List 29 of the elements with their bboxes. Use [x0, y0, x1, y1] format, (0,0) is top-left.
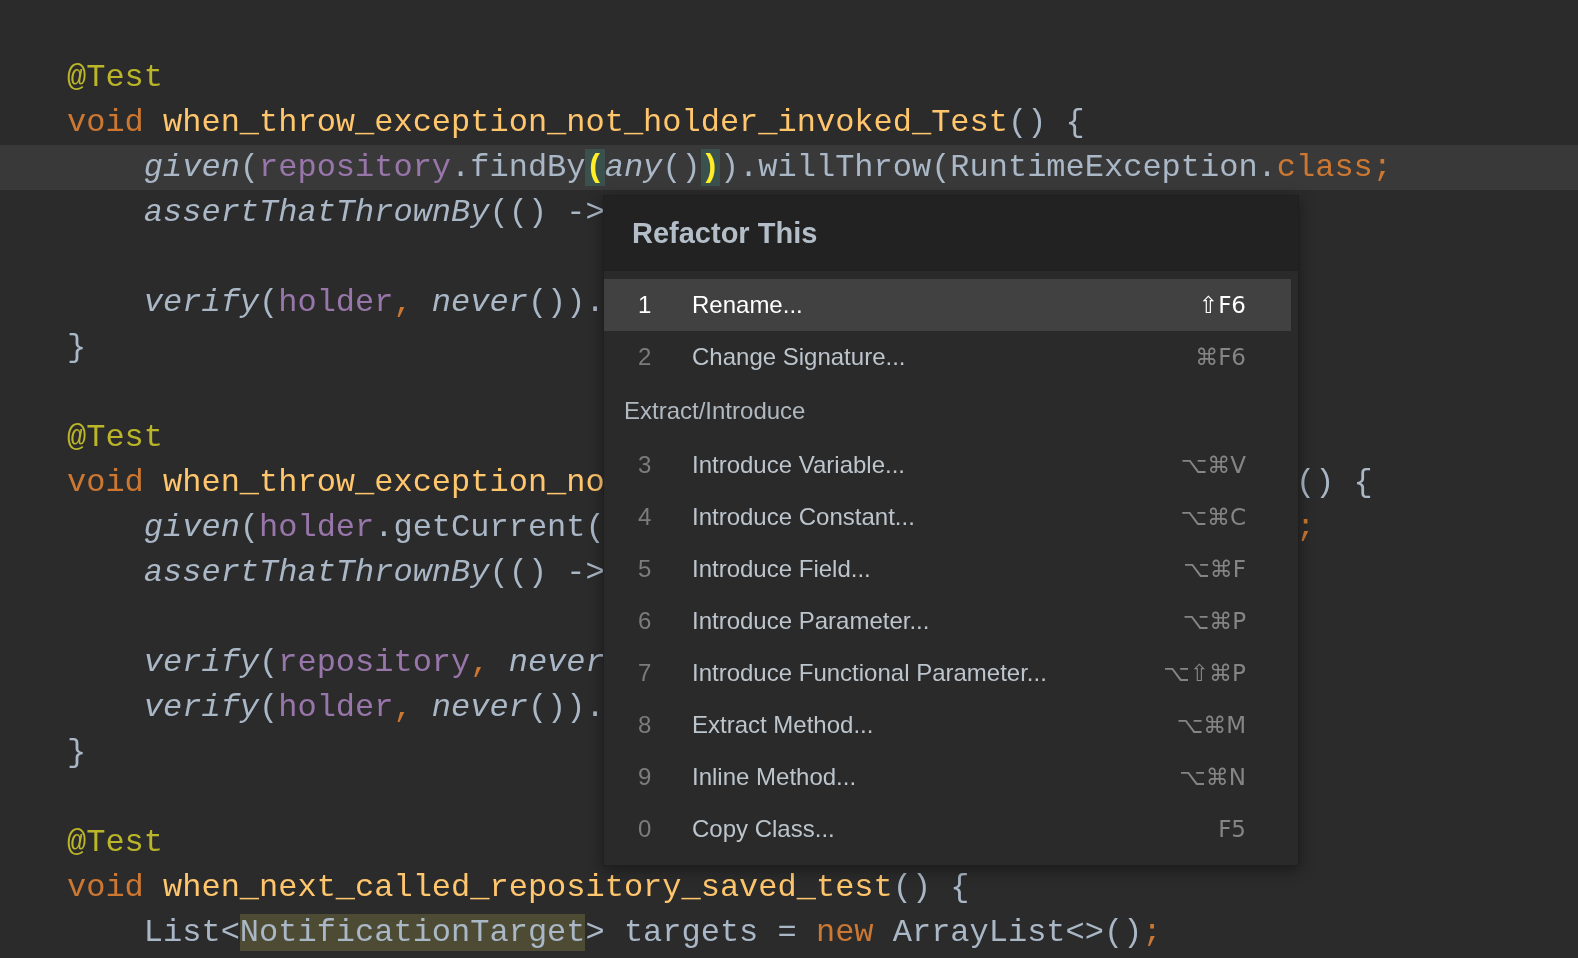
code-line: given(holder.getCurrent(	[142, 508, 605, 548]
code-line: @Test	[67, 823, 163, 863]
code-line: @Test	[67, 58, 163, 98]
code-fragment: ;	[1296, 507, 1316, 548]
code-line: }	[67, 733, 87, 773]
popup-title: Refactor This	[632, 216, 818, 250]
menu-item[interactable]: 4 Introduce Constant... ⌥⌘C	[604, 491, 1291, 543]
code-line: verify(holder, never()).	[142, 688, 605, 728]
code-line: verify(holder, never()).	[142, 283, 605, 323]
code-line: void when_throw_exception_no	[67, 463, 605, 503]
menu-item[interactable]: 2 Change Signature... ⌘F6	[604, 331, 1291, 383]
menu-item[interactable]: 5 Introduce Field... ⌥⌘F	[604, 543, 1291, 595]
code-line: assertThatThrownBy(() ->	[142, 193, 605, 233]
group-heading: Extract/Introduce	[624, 397, 806, 425]
menu-item[interactable]: 0 Copy Class... F5	[604, 803, 1291, 855]
code-line: @Test	[67, 418, 163, 458]
code-fragment: () {	[1296, 462, 1373, 503]
menu-item[interactable]: 3 Introduce Variable... ⌥⌘V	[604, 439, 1291, 491]
code-line: assertThatThrownBy(() ->	[142, 553, 605, 593]
code-line: void when_next_called_repository_saved_test() {	[67, 868, 970, 908]
menu-item[interactable]: 7 Introduce Functional Parameter... ⌥⇧⌘P	[604, 647, 1291, 699]
code-line: List<NotificationTarget> targets = new ArrayList<>();	[142, 913, 1162, 953]
code-line: verify(repository, never	[142, 643, 605, 683]
code-line: void when_throw_exception_not_holder_invoked_Test() {	[67, 103, 1085, 143]
menu-item[interactable]: 9 Inline Method... ⌥⌘N	[604, 751, 1291, 803]
menu-item[interactable]: 1 Rename... ⇧F6	[604, 279, 1291, 331]
menu-item[interactable]: 6 Introduce Parameter... ⌥⌘P	[604, 595, 1291, 647]
menu-item[interactable]: 8 Extract Method... ⌥⌘M	[604, 699, 1291, 751]
code-line: }	[67, 328, 87, 368]
